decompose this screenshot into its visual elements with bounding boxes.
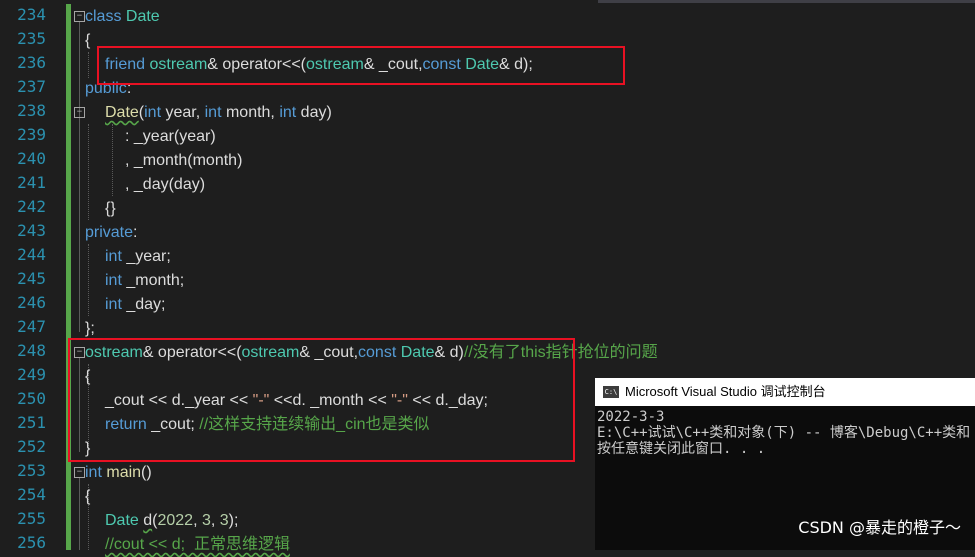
code-line-241[interactable]: , _day(day) (125, 173, 205, 197)
line-number: 245 (17, 269, 46, 288)
keyword: int (105, 296, 122, 313)
highlight-box-operator-definition (68, 338, 575, 462)
line-number: 246 (17, 293, 46, 312)
comment: //cout << d; 正常思维逻辑 (105, 536, 290, 553)
code-text: , _day (125, 176, 169, 193)
code-text: }; (85, 320, 95, 337)
code-line-256[interactable]: //cout << d; 正常思维逻辑 (105, 533, 290, 557)
code-text: {} (105, 200, 116, 217)
line-number: 237 (17, 77, 46, 96)
class-name: Date (125, 8, 160, 25)
code-text: (year) (173, 128, 216, 145)
code-line-243[interactable]: private: (85, 221, 137, 245)
code-line-235[interactable]: { (85, 29, 90, 53)
fold-line (79, 22, 80, 332)
code-text: , _month (125, 152, 188, 169)
code-text: _day; (121, 296, 166, 313)
line-number: 251 (17, 413, 46, 432)
function-name: Date (105, 104, 139, 121)
line-number: 244 (17, 245, 46, 264)
keyword: int (204, 104, 222, 121)
console-output-line: 按任意键关闭此窗口. . . (597, 441, 766, 457)
console-output-line: E:\C++试试\C++类和对象(下) -- 博客\Debug\C++类和 (597, 425, 971, 441)
line-number: 249 (17, 365, 46, 384)
code-line-245[interactable]: int _month; (105, 269, 184, 293)
line-number: 250 (17, 389, 46, 408)
keyword: int (144, 104, 162, 121)
line-number: 241 (17, 173, 46, 192)
keyword: private (85, 224, 134, 241)
code-line-234[interactable]: class Date (85, 5, 160, 29)
editor-scrollbar-top (598, 0, 975, 3)
code-line-239[interactable]: : _year(year) (125, 125, 216, 149)
highlight-box-friend-declaration (97, 46, 625, 85)
code-text: () (141, 464, 152, 481)
collapse-icon[interactable]: − (74, 467, 85, 478)
brace: { (85, 488, 91, 505)
console-app-icon: C:\ (603, 386, 619, 398)
code-line-238[interactable]: Date(int year, int month, int day) (105, 101, 332, 125)
line-number: 240 (17, 149, 46, 168)
keyword: int (279, 104, 297, 121)
indent-guide (88, 244, 89, 316)
console-output-line: 2022-3-3 (597, 409, 665, 425)
line-number: 242 (17, 197, 46, 216)
line-number: 239 (17, 125, 46, 144)
number-literal: 2022 (157, 512, 194, 529)
code-line-255[interactable]: Date d(2022, 3, 3); (105, 509, 238, 533)
keyword: int (105, 248, 122, 265)
code-text: month, (221, 104, 280, 121)
change-tracking-bar (66, 4, 71, 550)
code-text: (month) (187, 152, 243, 169)
keyword: int (85, 464, 102, 481)
code-text: ); (228, 512, 239, 529)
console-title-bar[interactable]: C:\ Microsoft Visual Studio 调试控制台 (595, 378, 975, 406)
line-number: 236 (17, 53, 46, 72)
line-number: 252 (17, 437, 46, 456)
code-text: _month; (121, 272, 185, 289)
number-literal: 3 (201, 512, 211, 529)
code-text: , (193, 512, 202, 529)
number-literal: 3 (219, 512, 229, 529)
line-number: 256 (17, 533, 46, 552)
indent-guide (112, 124, 113, 196)
line-number: 234 (17, 5, 46, 24)
code-text: day) (296, 104, 332, 121)
keyword: int (105, 272, 122, 289)
line-number: 243 (17, 221, 46, 240)
type-name: Date (105, 512, 139, 529)
line-number: 253 (17, 461, 46, 480)
fold-line (79, 478, 80, 550)
code-text: : (133, 224, 138, 241)
indent-guide (88, 52, 89, 78)
line-number: 247 (17, 317, 46, 336)
variable-name: d (143, 512, 153, 529)
code-line-246[interactable]: int _day; (105, 293, 166, 317)
line-number: 255 (17, 509, 46, 528)
collapse-icon[interactable]: − (74, 11, 85, 22)
console-title: Microsoft Visual Studio 调试控制台 (625, 384, 826, 399)
brace: { (85, 32, 91, 49)
code-line-240[interactable]: , _month(month) (125, 149, 242, 173)
csdn-watermark: CSDN @暴走的橙子～ (798, 518, 961, 537)
line-number: 238 (17, 101, 46, 120)
line-number: 235 (17, 29, 46, 48)
line-number: 248 (17, 341, 46, 360)
line-number-gutter: 234 235 236 237 238 239 240 241 242 243 … (0, 0, 60, 552)
code-text: , (210, 512, 220, 529)
indent-guide (88, 124, 89, 220)
code-text: (day) (168, 176, 206, 193)
line-number: 254 (17, 485, 46, 504)
code-line-244[interactable]: int _year; (105, 245, 171, 269)
code-line-254[interactable]: { (85, 485, 90, 509)
function-name: main (106, 464, 142, 481)
code-text: year, (161, 104, 205, 121)
code-line-253[interactable]: int main() (85, 461, 152, 485)
code-text: _year; (121, 248, 171, 265)
code-text: : _year (125, 128, 174, 145)
collapse-icon[interactable]: − (74, 107, 85, 118)
keyword: class (85, 8, 122, 25)
code-line-242[interactable]: {} (105, 197, 116, 221)
